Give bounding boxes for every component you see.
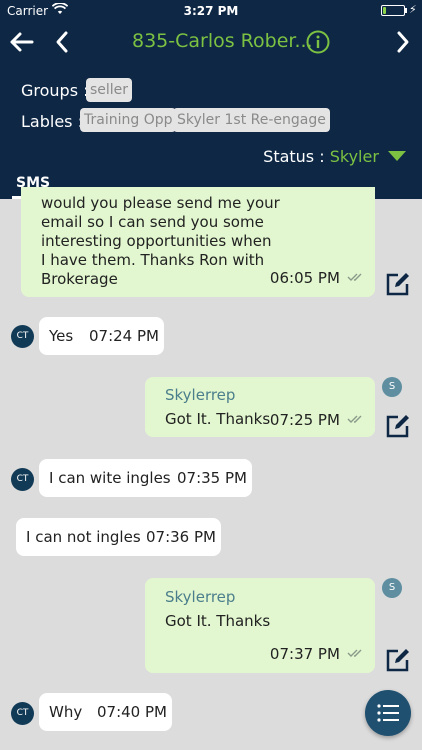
label-chip[interactable]: Training Opp (80, 108, 177, 132)
double-check-icon (347, 273, 362, 281)
arrow-left-icon[interactable] (8, 29, 34, 55)
message-text: Got It. Thanks (165, 612, 271, 630)
message-text: I can wite ingles (49, 469, 171, 487)
message-text: Yes (49, 327, 74, 345)
double-check-icon (347, 415, 362, 423)
groups-label: Groups : (21, 81, 89, 100)
message-bubble-outgoing[interactable]: would you please send me your email so I… (21, 187, 375, 297)
message-bubble-incoming[interactable]: Yes 07:24 PM (39, 317, 164, 355)
labels-label: Lables : (21, 112, 83, 131)
chevron-left-icon[interactable] (52, 29, 72, 55)
list-icon (377, 704, 399, 722)
clock: 3:27 PM (183, 4, 239, 18)
message-bubble-incoming[interactable]: Why 07:40 PM (39, 693, 172, 731)
battery-level (383, 7, 386, 14)
info-icon[interactable] (306, 30, 330, 54)
message-text-line: interesting opportunities when (41, 232, 272, 250)
message-time: 07:37 PM (269, 645, 340, 663)
status-bar: Carrier 3:27 PM ⚡ (0, 0, 422, 22)
status-value: Skyler (329, 147, 379, 166)
avatar: S (382, 377, 402, 397)
message-time: 07:24 PM (89, 327, 159, 345)
charging-bolt-icon: ⚡ (409, 3, 417, 16)
message-bubble-outgoing[interactable]: Skylerrep Got It. Thanks 07:37 PM (145, 578, 375, 673)
sender-name: Skylerrep (165, 588, 236, 606)
caret-down-icon (388, 151, 406, 161)
sender-name: Skylerrep (165, 386, 236, 404)
message-text: I can not ingles (26, 528, 141, 546)
header: Carrier 3:27 PM ⚡ 835-Carlos Rober... Gr… (0, 0, 422, 199)
message-text-line: I have them. Thanks Ron with (41, 251, 265, 269)
message-bubble-incoming[interactable]: I can not ingles 07:36 PM (16, 518, 221, 556)
avatar: CT (11, 702, 34, 725)
status-label: Status : (263, 147, 325, 166)
contact-title: 835-Carlos Rober... (132, 30, 313, 52)
battery-icon (381, 5, 405, 16)
menu-fab-button[interactable] (365, 690, 411, 736)
avatar: CT (11, 325, 34, 348)
double-check-icon (347, 649, 362, 657)
chevron-right-icon[interactable] (393, 29, 413, 55)
message-time: 07:36 PM (146, 528, 216, 546)
label-chip[interactable]: Skyler 1st Re-engage (173, 108, 330, 132)
battery-tip (405, 8, 407, 13)
edit-icon[interactable] (384, 646, 412, 674)
message-text: Why (49, 703, 83, 721)
message-text-line: email so I can send you some (41, 213, 264, 231)
message-time: 07:25 PM (269, 411, 340, 429)
edit-icon[interactable] (384, 270, 412, 298)
avatar: S (382, 578, 402, 598)
message-text: Got It. Thanks (165, 410, 271, 428)
avatar: CT (11, 468, 34, 491)
message-bubble-outgoing[interactable]: Skylerrep Got It. Thanks 07:25 PM (145, 377, 375, 437)
status-selector[interactable]: Status : Skyler (263, 147, 406, 166)
message-time: 07:40 PM (97, 703, 167, 721)
message-text-line: would you please send me your (41, 194, 280, 212)
message-text-line: Brokerage (41, 270, 118, 288)
group-chip[interactable]: seller (86, 78, 133, 102)
message-time: 06:05 PM (269, 269, 340, 287)
message-bubble-incoming[interactable]: I can wite ingles 07:35 PM (39, 459, 252, 497)
message-time: 07:35 PM (177, 469, 247, 487)
edit-icon[interactable] (384, 412, 412, 440)
